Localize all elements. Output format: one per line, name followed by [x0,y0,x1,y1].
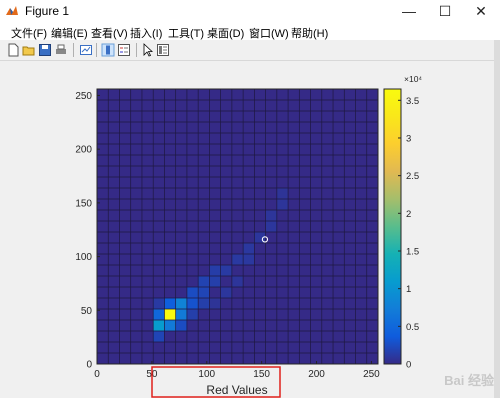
x-tick-label: 100 [198,369,215,380]
heatmap-cell [276,199,289,210]
menu-insert[interactable]: 插入(I) [130,25,162,41]
heatmap-cell [186,298,199,309]
heatmap-cell [209,298,221,309]
heatmap-cell [220,265,232,276]
x-tick-label: 250 [363,369,380,380]
menu-view[interactable]: 查看(V) [91,25,128,41]
menu-edit[interactable]: 编辑(E) [51,25,88,41]
close-button[interactable]: ✕ [464,0,498,22]
x-axis-label: Red Values [206,383,267,397]
save-icon[interactable] [38,43,52,57]
heatmap-cell [198,287,210,298]
heatmap-cell [175,309,187,320]
toolbar [0,40,500,61]
menu-help[interactable]: 帮助(H) [291,25,328,41]
menu-file[interactable]: 文件(F) [11,25,47,41]
heatmap-cell [175,298,187,309]
y-tick-label: 100 [75,252,92,263]
colorbar-tick-label: 3.5 [406,96,419,107]
colorbar: 0 0.5 1 1.5 2 2.5 3 3.5 ×10⁴ [383,74,422,371]
menu-tools[interactable]: 工具(T) [168,25,204,41]
heatmap-cell [220,287,232,298]
watermark: Bai 经验 [444,373,494,388]
colorbar-tick-label: 2 [406,209,411,220]
heatmap-cell [198,276,210,287]
heatmap-cells [97,89,378,364]
figure-canvas: 0 50 100 150 200 250 0 50 100 150 200 250 Red Value… [3,61,494,398]
heatmap-cell [243,243,255,254]
toolbar-separator [96,43,97,57]
heatmap-cell [186,287,199,298]
colorbar-tick-label: 1.5 [406,246,419,257]
x-tick-label: 150 [253,369,270,380]
print-icon[interactable] [54,43,68,57]
heatmap-cell [198,298,210,309]
insert-colorbar-icon[interactable] [101,43,115,57]
heatmap-cell [243,254,255,265]
x-tick-label: 0 [94,369,100,380]
colorbar-tick-label: 1 [406,284,411,295]
heatmap-cell [164,298,176,309]
new-figure-icon[interactable] [6,43,20,57]
colorbar-multiplier: ×10⁴ [404,74,422,84]
colorbar-gradient [383,88,402,365]
heatmap-background [97,89,378,364]
minimize-button[interactable]: — [392,0,426,22]
heatmap-cell [231,254,244,265]
y-tick-label: 50 [81,306,93,317]
x-tick-label: 200 [308,369,325,380]
menu-window[interactable]: 窗口(W) [249,25,289,41]
heatmap-cell [153,298,165,309]
heatmap-cell [265,210,277,221]
menu-bar: 文件(F) 编辑(E) 查看(V) 插入(I) 工具(T) 桌面(D) 窗口(W… [0,22,500,40]
heatmap-cell [209,265,221,276]
y-tick-label: 150 [75,198,92,209]
window-title: Figure 1 [25,4,70,18]
background-window-edge [494,40,500,400]
heatmap-cell [153,309,165,320]
menu-desktop[interactable]: 桌面(D) [207,25,244,41]
colorbar-tick-label: 3 [406,133,411,144]
open-file-icon[interactable] [22,43,36,57]
y-tick-label: 250 [75,91,92,102]
heatmap-cell [164,309,176,320]
heatmap-cell [231,276,244,287]
maximize-button[interactable]: ☐ [428,0,462,22]
link-plot-icon[interactable] [79,43,93,57]
figure-window: Figure 1 — ☐ ✕ 文件(F) 编辑(E) 查看(V) 插入(I) 工… [0,0,500,407]
colorbar-tick-label: 2.5 [406,171,419,182]
heatmap-cell [265,221,277,232]
y-tick-label: 200 [75,145,92,156]
heatmap-cell [175,320,187,331]
title-bar: Figure 1 — ☐ ✕ [0,0,500,22]
heatmap-cell [164,320,176,331]
heatmap-cell [209,276,221,287]
status-bar [0,398,500,407]
heatmap-cell [186,309,199,320]
toolbar-separator [136,43,137,57]
heatmap-cell [276,188,289,199]
edit-plot-icon[interactable] [141,43,155,57]
heatmap-cell [153,331,165,342]
insert-legend-icon[interactable] [117,43,131,57]
heatmap-cell [153,320,165,331]
y-tick-label: 0 [86,360,92,371]
colorbar-tick-label: 0 [406,360,411,371]
toolbar-separator [73,43,74,57]
matlab-icon [6,6,18,15]
heatmap-plot: 0 50 100 150 200 250050100150200250 Red Value… [75,74,422,398]
colorbar-tick-label: 0.5 [406,322,419,333]
property-inspector-icon[interactable] [156,43,170,57]
